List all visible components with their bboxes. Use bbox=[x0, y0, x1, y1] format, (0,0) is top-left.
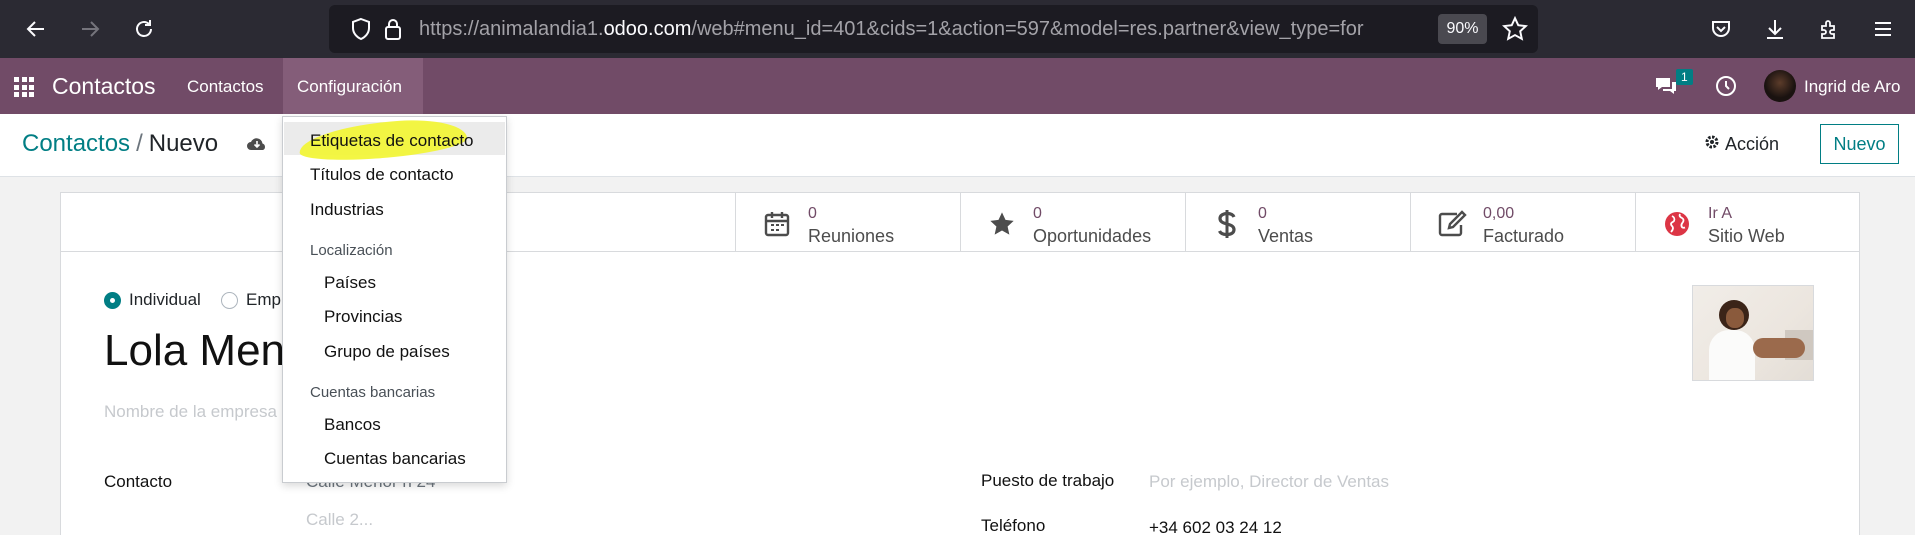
job-position-input[interactable]: Por ejemplo, Director de Ventas bbox=[1149, 472, 1389, 492]
url-text[interactable]: https://animalandia1.odoo.com/web#menu_i… bbox=[419, 18, 1419, 41]
menu-item-provinces[interactable]: Provincias bbox=[324, 307, 402, 327]
breadcrumb-contactos[interactable]: Contactos bbox=[22, 130, 130, 157]
gear-icon bbox=[1704, 134, 1720, 155]
breadcrumb-current: Nuevo bbox=[148, 130, 219, 157]
zoom-level[interactable]: 90% bbox=[1438, 14, 1487, 44]
dollar-icon bbox=[1212, 209, 1242, 239]
stat-label: Facturado bbox=[1483, 226, 1565, 246]
street2-input[interactable]: Calle 2... bbox=[306, 510, 373, 530]
globe-icon bbox=[1662, 209, 1692, 239]
radio-company-label: Emp bbox=[246, 290, 281, 309]
phone-label: Teléfono bbox=[981, 516, 1046, 535]
apps-grid-icon[interactable] bbox=[14, 77, 34, 97]
menu-item-banks[interactable]: Bancos bbox=[324, 415, 381, 435]
menu-contactos[interactable]: Contactos bbox=[187, 77, 264, 97]
section-header-bank-accounts: Cuentas bancarias bbox=[310, 384, 436, 401]
radio-checked-icon bbox=[104, 291, 121, 309]
forward-icon[interactable] bbox=[73, 12, 107, 46]
bookmark-star-icon[interactable] bbox=[1501, 15, 1529, 43]
reload-icon[interactable] bbox=[127, 12, 161, 46]
extensions-icon[interactable] bbox=[1812, 12, 1846, 46]
user-avatar[interactable] bbox=[1764, 70, 1796, 102]
breadcrumb: Contactos / Nuevo bbox=[22, 130, 218, 158]
star-icon bbox=[987, 209, 1017, 239]
stat-value: 0 bbox=[1258, 205, 1267, 222]
radio-individual-label: Individual bbox=[129, 290, 201, 309]
contact-address-label: Contacto bbox=[104, 472, 173, 491]
stat-meetings[interactable]: 0 Reuniones bbox=[735, 193, 960, 252]
menu-item-bank-accounts[interactable]: Cuentas bancarias bbox=[324, 449, 466, 469]
stat-label: Reuniones bbox=[808, 226, 895, 246]
job-position-label: Puesto de trabajo bbox=[981, 471, 1115, 490]
stat-opportunities[interactable]: 0 Oportunidades bbox=[960, 193, 1185, 252]
edit-icon bbox=[1437, 209, 1467, 239]
menu-configuracion[interactable]: Configuración bbox=[297, 77, 402, 97]
menu-item-industries[interactable]: Industrias bbox=[310, 200, 384, 220]
stat-invoiced[interactable]: 0,00 Facturado bbox=[1410, 193, 1635, 252]
menu-item-countries[interactable]: Países bbox=[324, 273, 376, 293]
contact-photo[interactable] bbox=[1692, 285, 1814, 381]
app-brand[interactable]: Contactos bbox=[52, 73, 156, 100]
pocket-icon[interactable] bbox=[1704, 12, 1738, 46]
menu-item-contact-tags[interactable]: Etiquetas de contacto bbox=[310, 131, 474, 151]
menu-item-contact-titles[interactable]: Títulos de contacto bbox=[310, 165, 454, 185]
download-icon[interactable] bbox=[1758, 12, 1792, 46]
breadcrumb-separator: / bbox=[136, 130, 143, 157]
contact-name-input[interactable]: Lola Ment bbox=[104, 326, 297, 376]
odoo-navbar: Contactos Contactos Configuración 1 Ingr… bbox=[0, 58, 1915, 114]
radio-unchecked-icon bbox=[221, 291, 238, 309]
radio-individual[interactable]: Individual bbox=[104, 290, 201, 310]
cloud-save-icon[interactable] bbox=[246, 134, 268, 159]
configuration-dropdown: Etiquetas de contacto Títulos de contact… bbox=[282, 116, 507, 483]
browser-toolbar: https://animalandia1.odoo.com/web#menu_i… bbox=[0, 0, 1915, 58]
stat-value: 0 bbox=[1033, 205, 1042, 222]
stat-label: Oportunidades bbox=[1033, 226, 1152, 246]
calendar-icon bbox=[762, 209, 792, 239]
new-button[interactable]: Nuevo bbox=[1820, 124, 1899, 164]
action-label: Acción bbox=[1725, 134, 1780, 154]
stat-website[interactable]: Ir A Sitio Web bbox=[1635, 193, 1860, 252]
action-button[interactable]: Acción bbox=[1704, 134, 1779, 155]
stat-value: 0,00 bbox=[1483, 205, 1515, 222]
chat-badge: 1 bbox=[1676, 69, 1693, 85]
stat-sales[interactable]: 0 Ventas bbox=[1185, 193, 1410, 252]
menu-item-country-groups[interactable]: Grupo de países bbox=[324, 342, 450, 362]
shield-icon[interactable] bbox=[347, 15, 375, 43]
stat-value: Ir A bbox=[1708, 205, 1733, 222]
stat-value: 0 bbox=[808, 205, 817, 222]
menu-icon[interactable] bbox=[1866, 12, 1900, 46]
company-name-placeholder[interactable]: Nombre de la empresa bbox=[104, 402, 277, 422]
stat-label: Sitio Web bbox=[1708, 226, 1785, 246]
section-header-localization: Localización bbox=[310, 242, 393, 259]
stat-label: Ventas bbox=[1258, 226, 1314, 246]
clock-icon[interactable] bbox=[1714, 74, 1738, 103]
back-icon[interactable] bbox=[19, 12, 53, 46]
url-bar[interactable]: https://animalandia1.odoo.com/web#menu_i… bbox=[329, 5, 1538, 53]
lock-icon[interactable] bbox=[379, 15, 407, 43]
user-name[interactable]: Ingrid de Aro bbox=[1804, 77, 1900, 97]
phone-input[interactable]: +34 602 03 24 12 bbox=[1149, 518, 1282, 535]
radio-company[interactable]: Emp bbox=[221, 290, 281, 310]
